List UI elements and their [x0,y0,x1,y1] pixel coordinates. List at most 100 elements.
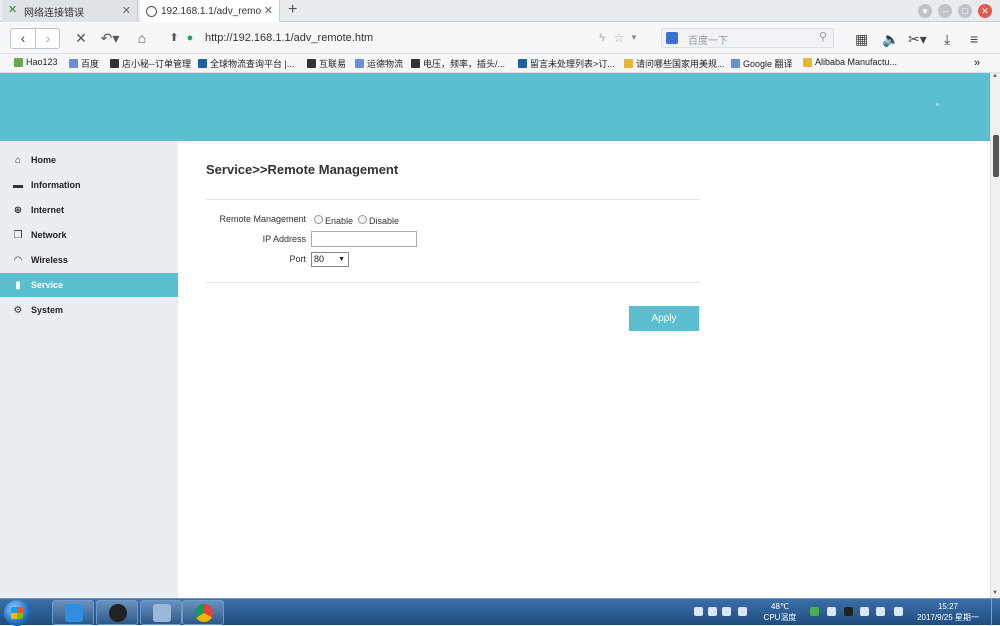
shield-icon[interactable] [810,607,819,616]
sidebar-item-wireless[interactable]: ◠ Wireless [0,248,178,272]
sidebar-item-network[interactable]: ❐ Network [0,223,178,247]
taskbar-qq-button[interactable] [96,600,138,625]
tab-router-remote[interactable]: 192.168.1.1/adv_remot... ✕ [140,0,280,22]
bookmark-item[interactable]: Alibaba Manufactu... [803,57,897,67]
bookmark-item[interactable]: 互联易 [307,57,346,70]
bookmark-item[interactable]: 留言未处理列表>订... [518,57,615,70]
taskbar-browser-button[interactable] [52,600,94,625]
shield-icon: ● [186,32,194,44]
stop-icon[interactable]: ✕ [72,28,90,48]
new-tab-icon[interactable]: + [288,1,297,19]
tray-icon[interactable] [694,607,703,616]
tab-label: 网络连接错误 [24,7,84,19]
volume-icon[interactable] [876,607,885,616]
apps-icon[interactable]: ▦ [855,31,868,48]
scissors-icon[interactable]: ✂▾ [908,31,927,48]
bookmark-item[interactable]: Hao123 [14,57,58,67]
show-desktop-button[interactable] [991,599,1000,626]
tab-network-error[interactable]: 网络连接错误 ✕ [2,0,138,22]
bookmark-item[interactable]: 运德物流 [355,57,403,70]
sidebar-item-service[interactable]: ▮ Service [0,273,178,297]
bookmark-item[interactable]: 店小秘--订单管理 [110,57,191,70]
remote-management-label: Remote Management [219,214,306,224]
mode-icon[interactable]: ⬆ [168,28,180,48]
sidebar-item-system[interactable]: ⚙ System [0,298,178,322]
baidu-icon [666,32,678,44]
disable-radio[interactable] [358,215,367,224]
gear-icon: ⚙ [13,304,23,316]
minimize-icon[interactable]: – [938,4,952,18]
enable-label[interactable]: Enable [325,216,353,226]
tray-icon[interactable] [738,607,747,616]
divider [206,282,700,283]
bookmark-item[interactable]: 百度 [69,57,99,70]
disable-label[interactable]: Disable [369,216,399,226]
cpu-temp-label: CPU温度 [763,613,797,622]
menu-icon[interactable]: ≡ [970,31,978,47]
divider [206,199,700,200]
apply-button[interactable]: Apply [629,306,699,331]
scroll-down-icon[interactable]: ▼ [992,590,998,596]
router-header-banner [0,73,990,141]
sidebar-item-label: Information [31,180,81,190]
globe-icon: ⊕ [13,204,23,216]
page-scrollbar[interactable]: ▲ ▼ [990,73,1000,598]
sidebar-item-internet[interactable]: ⊕ Internet [0,198,178,222]
taskbar-chrome-button[interactable] [182,600,224,625]
tab-close-icon[interactable]: ✕ [122,4,131,17]
sidebar-item-label: Service [31,280,64,290]
tray-icon[interactable] [827,607,836,616]
forward-arrow-icon[interactable]: › [36,29,60,48]
penguin-icon [109,604,127,622]
star-icon[interactable]: ☆ [612,28,626,48]
scroll-up-icon[interactable]: ▲ [992,73,998,79]
bookmark-item[interactable]: 电压，频率，插头/... [411,57,505,70]
chevron-down-icon: ▼ [338,256,345,263]
tab-label: 192.168.1.1/adv_remot... [161,5,261,17]
tray-icon[interactable] [708,607,717,616]
port-select[interactable]: 80 ▼ [311,252,349,267]
window-app-icon [153,604,171,622]
skin-icon[interactable]: ♥ [918,4,932,18]
qq-tray-icon[interactable] [844,607,853,616]
back-arrow-icon[interactable]: ‹ [11,29,35,48]
tab-close-icon[interactable]: ✕ [264,4,273,17]
address-bar[interactable]: http://192.168.1.1/adv_remote.htm [205,32,373,44]
cpu-temp-widget[interactable]: 48℃ CPU温度 [758,601,802,623]
page-title: Service>>Remote Management [206,162,399,177]
browser-toolbar: ‹ › ✕ ↶▾ ⌂ ⬆ ● http://192.168.1.1/adv_re… [0,23,1000,54]
tab-bar: 网络连接错误 ✕ 192.168.1.1/adv_remot... ✕ + ♥ … [0,0,1000,22]
bookmark-item[interactable]: Google 翻译 [731,57,793,70]
start-button[interactable] [4,600,30,626]
maximize-icon[interactable]: □ [958,4,972,18]
scrollbar-thumb[interactable] [993,135,999,177]
speaker-icon[interactable]: 🔈 [882,31,899,48]
window-close-icon[interactable]: ✕ [978,4,992,18]
ip-address-input[interactable] [311,231,417,247]
bookmarks-bar: Hao123 百度 店小秘--订单管理 全球物流查询平台 |... 互联易 运德… [0,54,1000,73]
sidebar-nav: ⌂ Home ▬ Information ⊕ Internet ❐ Networ… [0,141,178,598]
clock[interactable]: 15:27 2017/9/25 星期一 [908,601,988,623]
download-icon[interactable]: ⤓ [944,31,950,48]
more-bookmarks-icon[interactable]: » [974,57,980,69]
network-signal-icon[interactable] [894,607,903,616]
home-icon[interactable]: ⌂ [132,28,152,48]
bookmark-item[interactable]: 请问哪些国家用美规... [624,57,725,70]
lightning-icon[interactable]: ϟ [596,28,608,48]
taskbar-app-button[interactable] [140,600,182,625]
undo-close-icon[interactable]: ↶▾ [98,28,122,48]
help-icon[interactable] [722,607,731,616]
sidebar-item-home[interactable]: ⌂ Home [0,148,178,172]
search-input[interactable]: 百度一下 ⚲ [661,28,834,48]
search-icon[interactable]: ⚲ [819,30,827,43]
sidebar-item-information[interactable]: ▬ Information [0,173,178,197]
tray-icon[interactable] [860,607,869,616]
bar-chart-icon: ▮ [15,279,21,291]
network-icon: ❐ [13,229,23,241]
banner-dot [936,103,939,106]
sidebar-item-label: Internet [31,205,65,215]
sidebar-item-label: Home [31,155,57,165]
bookmark-item[interactable]: 全球物流查询平台 |... [198,57,294,70]
chevron-down-icon[interactable]: ▼ [629,28,639,48]
enable-radio[interactable] [314,215,323,224]
